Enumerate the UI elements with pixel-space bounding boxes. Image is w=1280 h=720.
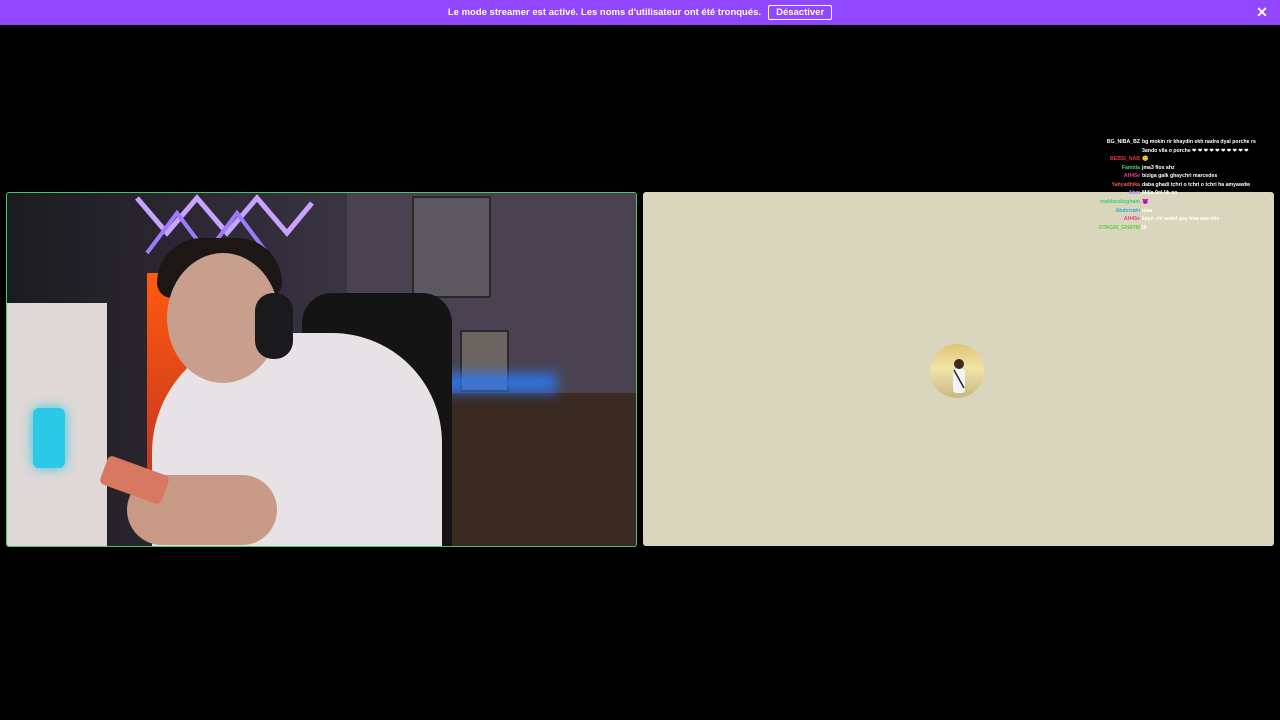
chat-message: OTAGRI_GHAYM l9 — [1080, 224, 1270, 233]
avatar — [930, 344, 984, 398]
chat-text: l9 — [1142, 224, 1147, 231]
chat-username[interactable]: AH45e — [1080, 172, 1142, 181]
chat-text: 🙂 — [1142, 156, 1149, 163]
room-floor — [437, 393, 636, 546]
chat-username[interactable]: BG_NIBA_BZ — [1080, 138, 1142, 147]
streamer-mode-banner: Le mode streamer est activé. Les noms d'… — [0, 0, 1280, 25]
chat-text: 😈 — [1142, 199, 1149, 206]
chat-text: Milla 9ol lik oo — [1142, 190, 1178, 197]
chat-text: jma3 flos ahz — [1142, 164, 1175, 171]
disable-streamer-mode-button[interactable]: Désactiver — [768, 5, 833, 20]
banner-message: Le mode streamer est activé. Les noms d'… — [447, 7, 762, 18]
chat-message: Abderrahi olaa — [1080, 207, 1270, 216]
chat-text: kayn chi wahd gay hna ana ehe — [1142, 216, 1220, 223]
chat-message: Ahm Milla 9ol lik oo — [1080, 189, 1270, 198]
chat-username[interactable]: AH45e — [1080, 215, 1142, 224]
desk-light — [437, 373, 557, 393]
chat-username[interactable]: Famida — [1080, 164, 1142, 173]
screen-share-panel — [643, 192, 1274, 546]
webcam-video — [6, 192, 637, 547]
chat-message: Famida jma3 flos ahz — [1080, 164, 1270, 173]
chat-message: mahboubzgham 😈 — [1080, 198, 1270, 207]
chat-overlay: BG_NIBA_BZ bg mokin rir khaydin ekh nadra… — [1080, 138, 1270, 232]
chat-username[interactable]: Yahyadhika — [1080, 181, 1142, 190]
chat-message: BG_NIBA_BZ bg mokin rir khaydin ekh nadra… — [1080, 138, 1270, 155]
chat-text: bg mokin rir khaydin ekh nadra dyal porc… — [1142, 139, 1256, 154]
chat-text: daba ghadi tchri o tchri o tchri ha amya… — [1142, 181, 1251, 188]
chat-text: olaa — [1142, 207, 1153, 214]
headphones-icon — [255, 293, 293, 359]
chat-username[interactable]: BEBSI_NAB — [1080, 155, 1142, 164]
wall-portrait — [412, 196, 491, 298]
chat-message: BEBSI_NAB 🙂 — [1080, 155, 1270, 164]
microphone — [33, 408, 65, 468]
chat-message: Yahyadhika daba ghadi tchri o tchri o tch… — [1080, 181, 1270, 190]
chat-message: AH45e kayn chi wahd gay hna ana ehe — [1080, 215, 1270, 224]
chat-message: AH45e biziga galk ghaychri marcedes — [1080, 172, 1270, 181]
chat-username[interactable]: Abderrahi — [1080, 207, 1142, 216]
chat-username[interactable]: mahboubzgham — [1080, 198, 1142, 207]
close-icon[interactable]: ✕ — [1254, 4, 1270, 20]
chat-username[interactable]: Ahm — [1080, 189, 1142, 198]
person-icon — [953, 359, 965, 393]
chat-username[interactable]: OTAGRI_GHAYM — [1080, 224, 1142, 233]
chat-text: biziga galk ghaychri marcedes — [1142, 173, 1218, 180]
